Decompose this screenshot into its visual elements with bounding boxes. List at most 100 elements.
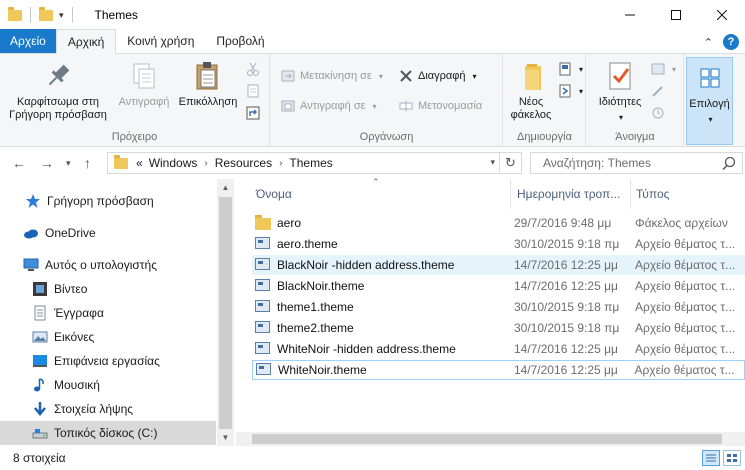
- search-input[interactable]: Αναζήτηση: Themes: [530, 152, 743, 174]
- select-group[interactable]: Επιλογή ▾: [686, 57, 733, 145]
- properties-button[interactable]: Ιδιότητες ▾: [591, 60, 649, 124]
- address-history-chevron-down-icon[interactable]: ▾: [490, 157, 495, 168]
- ribbon-tabs: Αρχείο Αρχική Κοινή χρήση Προβολή ⌃ ?: [0, 29, 745, 54]
- recent-locations-chevron-down-icon[interactable]: ▾: [66, 158, 71, 169]
- scroll-thumb[interactable]: [219, 197, 232, 429]
- nav-item-local-disk-c[interactable]: Τοπικός δίσκος (C:): [0, 421, 216, 445]
- view-switcher: [702, 450, 741, 466]
- file-date: 14/7/2016 12:25 μμ: [514, 258, 618, 272]
- table-row[interactable]: BlackNoir.theme 14/7/2016 12:25 μμ Αρχεί…: [252, 276, 745, 296]
- nav-item-this-pc[interactable]: Αυτός ο υπολογιστής: [0, 253, 216, 277]
- column-header-name[interactable]: Όνομα: [236, 179, 511, 209]
- edit-button[interactable]: [651, 84, 665, 98]
- table-row[interactable]: theme1.theme 30/10/2015 9:18 πμ Αρχείο θ…: [252, 297, 745, 317]
- table-row[interactable]: theme2.theme 30/10/2015 9:18 πμ Αρχείο θ…: [252, 318, 745, 338]
- copy-path-button[interactable]: [246, 84, 260, 98]
- nav-item-videos[interactable]: Βίντεο: [0, 277, 216, 301]
- cut-button[interactable]: [246, 62, 260, 76]
- file-type: Αρχείο θέματος τ...: [635, 237, 736, 251]
- organize-group-label: Οργάνωση: [359, 131, 414, 143]
- tab-home[interactable]: Αρχική: [55, 29, 117, 54]
- download-arrow-icon: [32, 401, 48, 417]
- nav-pane-scrollbar[interactable]: ▲ ▼: [217, 179, 234, 446]
- table-row[interactable]: aero 29/7/2016 9:48 μμ Φάκελος αρχείων: [252, 213, 745, 233]
- breadcrumb-themes[interactable]: Themes: [289, 156, 332, 170]
- address-bar[interactable]: « Windows › Resources › Themes ▾ ↻: [107, 152, 522, 174]
- new-folder-icon[interactable]: [39, 6, 53, 21]
- new-group: Νέος φάκελος ▾ ▾ Δημιουργία: [504, 54, 586, 147]
- star-icon: [25, 193, 41, 209]
- paste-shortcut-button[interactable]: [246, 106, 260, 120]
- collapse-ribbon-chevron-up-icon[interactable]: ⌃: [704, 36, 713, 49]
- nav-item-onedrive[interactable]: OneDrive: [0, 221, 216, 245]
- easy-access-button[interactable]: ▾: [558, 84, 583, 98]
- tab-share[interactable]: Κοινή χρήση: [116, 29, 205, 53]
- file-type: Αρχείο θέματος τ...: [635, 258, 736, 272]
- chevron-down-icon: ▾: [472, 71, 477, 81]
- maximize-button[interactable]: [653, 0, 699, 30]
- minimize-icon: [625, 14, 635, 16]
- new-item-button[interactable]: ▾: [558, 62, 583, 76]
- delete-button[interactable]: Διαγραφή ▾: [399, 69, 477, 83]
- new-folder-button[interactable]: Νέος φάκελος: [506, 60, 556, 122]
- breadcrumb-overflow[interactable]: «: [136, 156, 143, 170]
- move-to-button[interactable]: Μετακίνηση σε ▾: [281, 69, 383, 83]
- table-row[interactable]: WhiteNoir.theme 14/7/2016 12:25 μμ Αρχεί…: [252, 360, 745, 380]
- table-row[interactable]: WhiteNoir -hidden address.theme 14/7/201…: [252, 339, 745, 359]
- close-button[interactable]: [699, 0, 745, 30]
- rename-icon: [399, 99, 413, 113]
- up-arrow-icon[interactable]: ↑: [84, 155, 91, 171]
- table-row[interactable]: aero.theme 30/10/2015 9:18 πμ Αρχείο θέμ…: [252, 234, 745, 254]
- select-button[interactable]: Επιλογή ▾: [687, 62, 732, 126]
- theme-file-icon: [255, 300, 271, 314]
- scroll-thumb[interactable]: [252, 434, 722, 444]
- refresh-icon[interactable]: ↻: [499, 153, 521, 173]
- column-header-date[interactable]: Ημερομηνία τροπ...: [511, 179, 631, 209]
- scroll-down-icon[interactable]: ▼: [217, 429, 234, 446]
- nav-item-label: Έγγραφα: [54, 306, 104, 320]
- copy-button[interactable]: Αντιγραφή: [112, 60, 176, 109]
- select-grid-icon: [694, 62, 726, 94]
- search-placeholder: Αναζήτηση: Themes: [543, 156, 651, 170]
- back-arrow-icon[interactable]: ←: [12, 155, 26, 171]
- details-view-icon[interactable]: [702, 450, 720, 466]
- nav-item-desktop[interactable]: Επιφάνεια εργασίας: [0, 349, 216, 373]
- copy-to-label: Αντιγραφή σε: [300, 100, 366, 112]
- file-list-horizontal-scrollbar[interactable]: [236, 432, 745, 446]
- nav-item-quick-access[interactable]: Γρήγορη πρόσβαση: [0, 189, 216, 213]
- file-type: Αρχείο θέματος τ...: [634, 363, 735, 377]
- tab-view[interactable]: Προβολή: [205, 29, 275, 53]
- file-list: ⌃ Όνομα Ημερομηνία τροπ... Τύπος aero 29…: [236, 177, 745, 446]
- help-icon[interactable]: ?: [723, 34, 739, 50]
- chevron-down-icon: ▾: [579, 64, 584, 74]
- pin-quick-access-button[interactable]: Καρφίτσωμα στη Γρήγορη πρόσβαση: [8, 60, 108, 122]
- history-button[interactable]: [651, 106, 665, 120]
- folder-icon[interactable]: [8, 6, 22, 21]
- rename-button[interactable]: Μετονομασία: [399, 99, 482, 113]
- tab-file[interactable]: Αρχείο: [0, 29, 56, 53]
- breadcrumb-windows[interactable]: Windows: [149, 156, 198, 170]
- breadcrumb-resources[interactable]: Resources: [215, 156, 272, 170]
- theme-file-icon: [255, 342, 271, 356]
- open-button[interactable]: ▾: [651, 62, 676, 76]
- navigation-pane: Γρήγορη πρόσβαση OneDrive Αυτός ο υπολογ…: [0, 179, 233, 446]
- scroll-up-icon[interactable]: ▲: [217, 179, 234, 196]
- copy-to-button[interactable]: Αντιγραφή σε ▾: [281, 99, 377, 113]
- customize-toolbar-chevron-down-icon[interactable]: ▾: [59, 10, 64, 21]
- search-icon[interactable]: [722, 156, 736, 173]
- forward-arrow-icon[interactable]: →: [40, 155, 54, 171]
- chevron-right-icon[interactable]: ›: [204, 158, 207, 169]
- paste-button[interactable]: Επικόλληση: [176, 60, 240, 109]
- large-icons-view-icon[interactable]: [723, 450, 741, 466]
- nav-item-documents[interactable]: Έγγραφα: [0, 301, 216, 325]
- desktop-icon: [32, 353, 48, 369]
- chevron-right-icon[interactable]: ›: [279, 158, 282, 169]
- minimize-button[interactable]: [607, 0, 653, 30]
- nav-item-downloads[interactable]: Στοιχεία λήψης: [0, 397, 216, 421]
- column-headers: Όνομα Ημερομηνία τροπ... Τύπος: [236, 179, 745, 209]
- column-header-type[interactable]: Τύπος: [631, 179, 745, 209]
- table-row[interactable]: BlackNoir -hidden address.theme 14/7/201…: [252, 255, 745, 275]
- nav-item-pictures[interactable]: Εικόνες: [0, 325, 216, 349]
- clipboard-group-label: Πρόχειρο: [111, 131, 158, 143]
- nav-item-music[interactable]: Μουσική: [0, 373, 216, 397]
